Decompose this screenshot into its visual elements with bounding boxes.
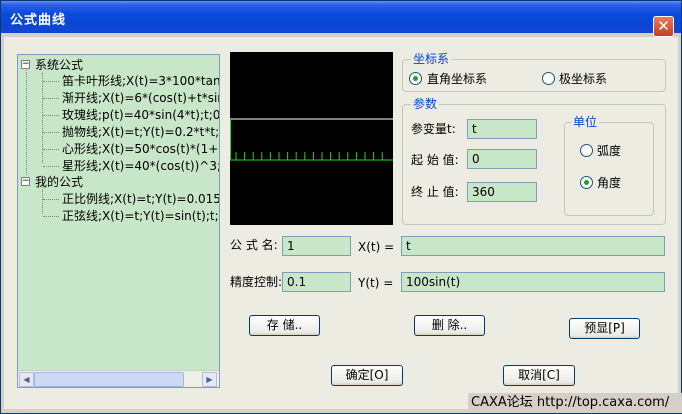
unit-group: 单位 弧度 角度: [564, 114, 654, 216]
formula-curve-dialog: 公式曲线 ✕ − 系统公式 笛卡叶形线;X(t)=3*100*tan(t) 渐开…: [0, 0, 682, 414]
radio-cartesian[interactable]: [409, 72, 422, 85]
tree-group-label: 我的公式: [35, 175, 84, 189]
tree-connector: [43, 216, 59, 217]
y-expression-input[interactable]: 100sin(t): [401, 272, 665, 292]
collapse-toggle-icon[interactable]: −: [21, 60, 30, 69]
window-title: 公式曲线: [10, 13, 67, 28]
parameters-group: 参数 参变量t: t 起 始 值: 0 终 止 值: 360 单位 弧度 角度: [402, 96, 666, 225]
tree-connector: [43, 166, 59, 167]
unit-title: 单位: [571, 114, 600, 130]
coord-system-title: 坐标系: [411, 51, 452, 67]
curve-preview-canvas: [229, 52, 393, 225]
parameters-title: 参数: [411, 96, 440, 112]
tree-item[interactable]: 玫瑰线;p(t)=40*sin(4*t);t;0;36: [62, 107, 219, 123]
tree-item[interactable]: 心形线;X(t)=50*cos(t)*(1+cos: [62, 141, 219, 157]
radio-radian[interactable]: [580, 144, 593, 157]
scroll-right-icon[interactable]: ▶: [202, 372, 217, 387]
preview-button[interactable]: 预显[P]: [569, 318, 640, 339]
close-icon: ✕: [657, 17, 670, 35]
tree-connector: [43, 81, 59, 82]
formula-name-label: 公 式 名:: [230, 238, 278, 252]
tree-connector: [43, 199, 59, 200]
x-expression-label: X(t) =: [358, 240, 395, 254]
variable-input[interactable]: t: [467, 119, 537, 139]
x-expression-input[interactable]: t: [401, 236, 665, 256]
end-value-label: 终 止 值:: [411, 185, 459, 199]
delete-button[interactable]: 删 除..: [414, 315, 485, 336]
cancel-button[interactable]: 取消[C]: [503, 365, 575, 386]
tree-item[interactable]: 星形线;X(t)=40*(cos(t))^3;Y(t: [62, 158, 219, 174]
tree-item[interactable]: 渐开线;X(t)=6*(cos(t)+t*sin(t): [62, 90, 219, 106]
radio-cartesian-label[interactable]: 直角坐标系: [427, 72, 487, 86]
precision-input[interactable]: 0.1: [282, 272, 351, 292]
title-bar: 公式曲线 ✕: [1, 1, 681, 37]
radio-degree[interactable]: [580, 176, 593, 189]
tree-connector: [43, 115, 59, 116]
tree-item[interactable]: 正比例线;X(t)=t;Y(t)=0.0157t;: [62, 191, 219, 207]
tree-connector: [43, 149, 59, 150]
tree-connector: [43, 132, 59, 133]
coord-system-group: 坐标系 直角坐标系 极坐标系: [402, 51, 666, 92]
tree-connector: [43, 98, 59, 99]
curve-trace: [235, 152, 383, 160]
tree-item[interactable]: 正弦线;X(t)=t;Y(t)=sin(t);t;0;3: [62, 208, 219, 224]
forum-watermark: CAXA论坛 http://top.caxa.com/: [468, 393, 682, 413]
tree-item[interactable]: 笛卡叶形线;X(t)=3*100*tan(t): [62, 73, 219, 89]
dialog-client-area: − 系统公式 笛卡叶形线;X(t)=3*100*tan(t) 渐开线;X(t)=…: [4, 37, 678, 409]
variable-label: 参变量t:: [411, 122, 456, 136]
y-expression-label: Y(t) =: [358, 276, 394, 290]
scroll-thumb[interactable]: [34, 372, 184, 387]
formula-tree[interactable]: − 系统公式 笛卡叶形线;X(t)=3*100*tan(t) 渐开线;X(t)=…: [17, 54, 220, 388]
collapse-toggle-icon[interactable]: −: [21, 177, 30, 186]
scroll-left-icon[interactable]: ◀: [19, 372, 34, 387]
radio-radian-label[interactable]: 弧度: [597, 144, 621, 158]
curve-preview-plot: [229, 118, 393, 161]
tree-item[interactable]: 抛物线;X(t)=t;Y(t)=0.2*t*t;t;-: [62, 124, 219, 140]
save-button[interactable]: 存 储..: [249, 315, 320, 336]
radio-polar[interactable]: [542, 72, 555, 85]
formula-name-input[interactable]: 1: [282, 236, 351, 256]
radio-polar-label[interactable]: 极坐标系: [559, 72, 607, 86]
tree-group-label: 系统公式: [35, 58, 84, 72]
start-value-input[interactable]: 0: [467, 149, 537, 169]
radio-degree-label[interactable]: 角度: [597, 176, 621, 190]
close-button[interactable]: ✕: [653, 16, 674, 37]
end-value-input[interactable]: 360: [467, 182, 537, 202]
ok-button[interactable]: 确定[O]: [331, 365, 403, 386]
precision-label: 精度控制:: [230, 275, 283, 289]
tree-connector: [26, 67, 27, 175]
tree-horizontal-scrollbar[interactable]: ◀ ▶: [18, 370, 219, 387]
start-value-label: 起 始 值:: [411, 153, 459, 167]
